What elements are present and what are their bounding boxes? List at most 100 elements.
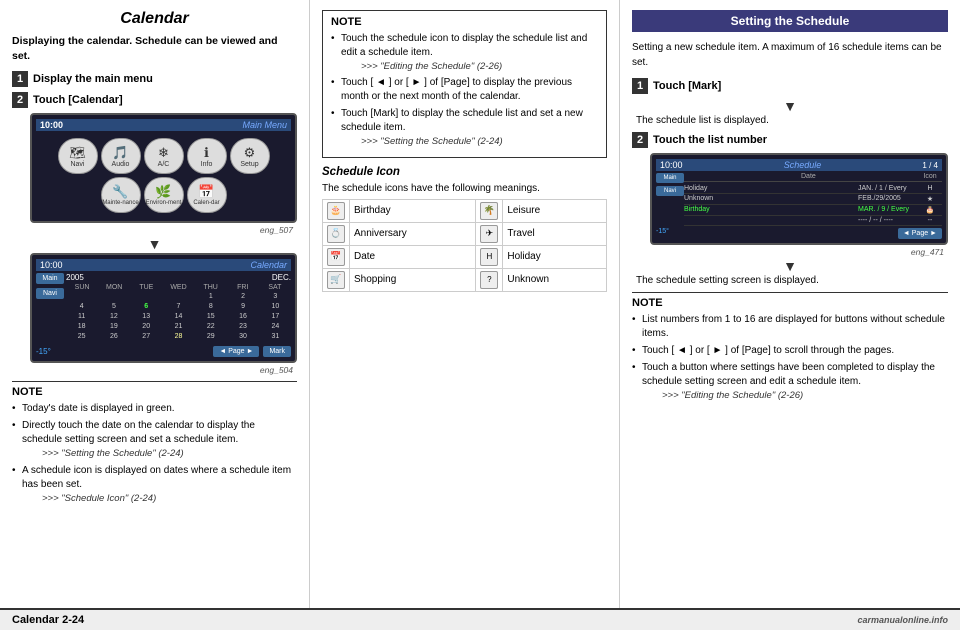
table-row: 💍 Anniversary ✈ Travel: [323, 222, 607, 245]
sched-caption: eng_471: [632, 247, 944, 257]
audio-icon[interactable]: 🎵Audio: [101, 138, 141, 174]
sched-navi-btn[interactable]: Navi: [656, 186, 684, 196]
leisure-label: Leisure: [503, 199, 607, 222]
mid-note-ref-3: "Setting the Schedule" (2-24): [341, 135, 598, 148]
maintenance-icon[interactable]: 🔧Mainte-nance: [101, 177, 141, 213]
date-icon-cell: 📅: [323, 245, 350, 268]
sched-count: 1 / 4: [922, 161, 938, 170]
mid-note-title: NOTE: [331, 16, 598, 28]
table-row: 🎂 Birthday 🌴 Leisure: [323, 199, 607, 222]
sched-temp-row: -15° ◄ Page ►: [656, 228, 942, 239]
schedule-icon-desc: The schedule icons have the following me…: [322, 183, 607, 194]
table-row: 📅 Date H Holiday: [323, 245, 607, 268]
sched-temp: -15°: [656, 228, 669, 239]
cal-year-month: 2005 DEC.: [66, 273, 291, 282]
step2-num: 2: [12, 92, 28, 108]
shopping-label: Shopping: [350, 268, 476, 291]
sched-main-col: Date Icon Holiday JAN. / 1 / Every H Unk…: [684, 173, 942, 226]
right-step2-label: Touch the list number: [653, 134, 767, 146]
birthday-icon-cell: 🎂: [323, 199, 350, 222]
sched-row-empty[interactable]: ---- / -- / ---- --: [684, 216, 942, 226]
right-note-ref-3: "Editing the Schedule" (2-26): [642, 389, 948, 402]
info-icon[interactable]: ℹInfo: [187, 138, 227, 174]
schedule-icon-title: Schedule Icon: [322, 166, 607, 178]
page-btn[interactable]: ◄ Page ►: [213, 346, 259, 357]
step2-header: 2 Touch [Calendar]: [12, 92, 297, 108]
screen-icons: 🗺Navi 🎵Audio ❄A/C ℹInfo ⚙Setup 🔧Mainte-n…: [36, 134, 291, 217]
sched-row-unknown[interactable]: Unknown FEB./29/2005 ★: [684, 194, 942, 205]
left-note-ref-3: "Schedule Icon" (2-24): [22, 492, 297, 505]
arrow-down-r2: ▼: [632, 259, 948, 273]
travel-icon-cell: ✈: [476, 222, 503, 245]
navi-btn[interactable]: Navi: [36, 288, 64, 299]
sched-main-btn[interactable]: Main: [656, 173, 684, 183]
navi-icon[interactable]: 🗺Navi: [58, 138, 98, 174]
left-note: NOTE Today's date is displayed in green.…: [12, 381, 297, 505]
table-row: 🛒 Shopping ? Unknown: [323, 268, 607, 291]
mid-note-item-1: Touch the schedule icon to display the s…: [331, 32, 598, 73]
arrow-down-r1: ▼: [632, 99, 948, 113]
cal-bottom-btns: ◄ Page ► Mark: [213, 346, 291, 357]
cal-side-nav: Main Navi: [36, 273, 64, 341]
date-label: Date: [350, 245, 476, 268]
sched-cols: Main Navi Date Icon Holiday JAN. / 1 / E…: [656, 173, 942, 226]
right-note-item-1: List numbers from 1 to 16 are displayed …: [632, 313, 948, 341]
ac-icon[interactable]: ❄A/C: [144, 138, 184, 174]
cal-temp: -15°: [36, 347, 51, 356]
holiday-label: Holiday: [503, 245, 607, 268]
cal-main-area: 2005 DEC. SUNMONTUEWEDTHUFRISAT 1: [64, 273, 291, 341]
footer-watermark: carmanualonline.info: [857, 615, 948, 625]
environment-icon[interactable]: 🌿Environ-ment: [144, 177, 184, 213]
anniversary-label: Anniversary: [350, 222, 476, 245]
mid-note-item-2: Touch [ ◄ ] or [ ► ] of [Page] to displa…: [331, 76, 598, 104]
left-note-ref-2: "Setting the Schedule" (2-24): [22, 447, 297, 460]
step2-label: Touch [Calendar]: [33, 94, 123, 106]
page-title: Calendar: [12, 10, 297, 28]
calendar-icon[interactable]: 📅Calen-dar: [187, 177, 227, 213]
icon-table: 🎂 Birthday 🌴 Leisure 💍 Anniversary ✈ Tra…: [322, 199, 607, 292]
setup-icon[interactable]: ⚙Setup: [230, 138, 270, 174]
screen-bar: 10:00 Main Menu: [36, 119, 291, 131]
main-btn[interactable]: Main: [36, 273, 64, 284]
unknown-label: Unknown: [503, 268, 607, 291]
sched-nav-col: Main Navi: [656, 173, 684, 226]
cal-time: 10:00: [40, 260, 63, 270]
cal-year: 2005: [66, 273, 84, 282]
sched-row-holiday[interactable]: Holiday JAN. / 1 / Every H: [684, 184, 942, 194]
right-step1-header: 1 Touch [Mark]: [632, 78, 948, 94]
right-screen-note: The schedule setting screen is displayed…: [636, 275, 948, 286]
right-step1-label: Touch [Mark]: [653, 80, 721, 92]
right-note-item-3: Touch a button where settings have been …: [632, 361, 948, 402]
schedule-screen: 10:00 Schedule 1 / 4 Main Navi Date Icon: [650, 153, 948, 245]
step1-num: 1: [12, 71, 28, 87]
sched-page-btn[interactable]: ◄ Page ►: [898, 228, 942, 239]
leisure-icon-cell: 🌴: [476, 199, 503, 222]
arrow-down-1: ▼: [12, 237, 297, 251]
left-note-title: NOTE: [12, 386, 297, 398]
sched-title: Schedule: [784, 160, 822, 170]
intro-text: Displaying the calendar. Schedule can be…: [12, 34, 297, 63]
screen2-caption: eng_504: [12, 365, 293, 375]
right-step1-note: The schedule list is displayed.: [636, 115, 948, 126]
step1-header: 1 Display the main menu: [12, 71, 297, 87]
cal-title: Calendar: [250, 260, 287, 270]
right-intro: Setting a new schedule item. A maximum o…: [632, 40, 948, 70]
right-note-title: NOTE: [632, 297, 948, 309]
sched-header-row: Date Icon: [684, 173, 942, 182]
travel-label: Travel: [503, 222, 607, 245]
left-note-item-3: A schedule icon is displayed on dates wh…: [12, 464, 297, 505]
mid-note-ref-1: "Editing the Schedule" (2-26): [341, 60, 598, 73]
right-column: Setting the Schedule Setting a new sched…: [620, 0, 960, 608]
right-step2-num: 2: [632, 132, 648, 148]
sched-time: 10:00: [660, 160, 683, 170]
footer-label: Calendar 2-24: [12, 614, 84, 626]
left-column: Calendar Displaying the calendar. Schedu…: [0, 0, 310, 608]
right-note-item-2: Touch [ ◄ ] or [ ► ] of [Page] to scroll…: [632, 344, 948, 358]
sched-row-birthday[interactable]: Birthday MAR. / 9 / Every 🎂: [684, 205, 942, 216]
step1-label: Display the main menu: [33, 73, 153, 85]
calendar-screen-wrapper: 10:00 Calendar Main Navi 2005 DEC.: [12, 253, 297, 363]
mid-note-box: NOTE Touch the schedule icon to display …: [322, 10, 607, 158]
calendar-screen: 10:00 Calendar Main Navi 2005 DEC.: [30, 253, 297, 363]
mark-btn[interactable]: Mark: [263, 346, 291, 357]
right-header: Setting the Schedule: [632, 10, 948, 32]
